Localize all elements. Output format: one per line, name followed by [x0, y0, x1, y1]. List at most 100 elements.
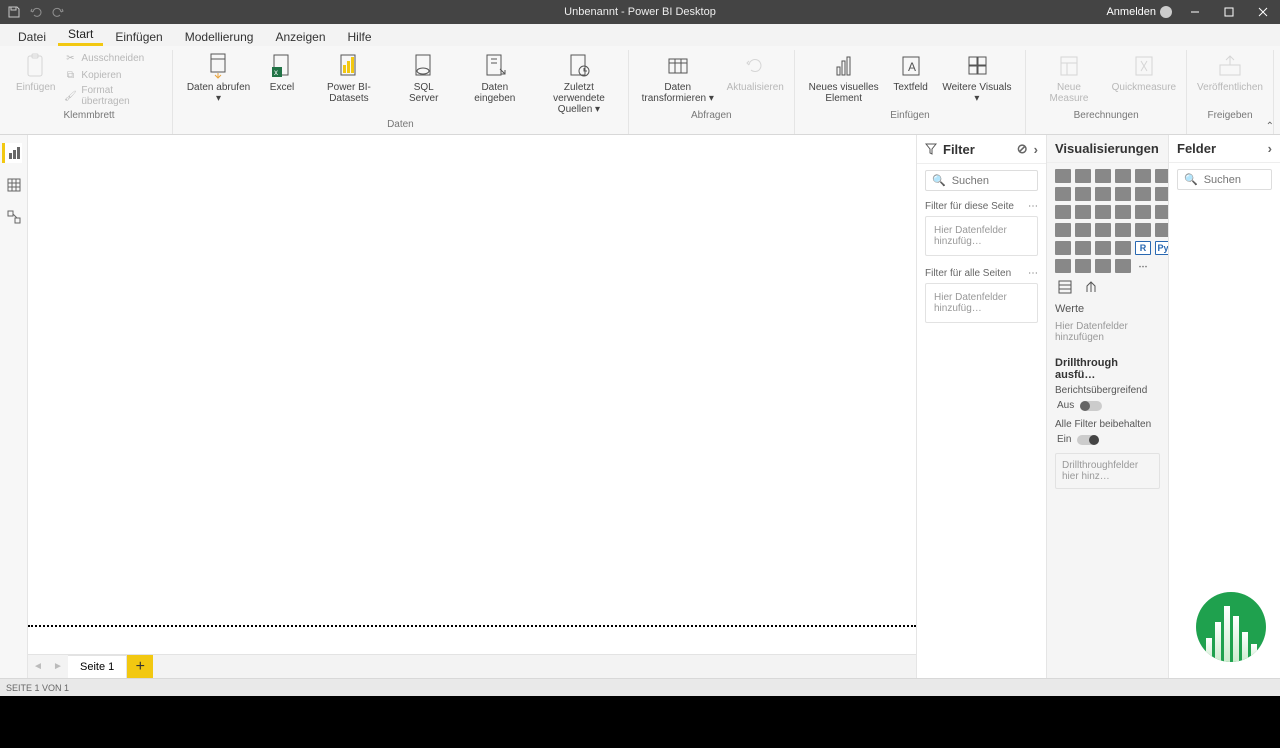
copy-icon: ⧉: [63, 68, 77, 82]
filters-page-label: Filter für diese Seite: [925, 201, 1014, 212]
tab-modeling[interactable]: Modellierung: [175, 27, 264, 46]
format-well-icon[interactable]: [1083, 279, 1099, 295]
page-tab-1[interactable]: Seite 1: [68, 655, 127, 678]
svg-text:x: x: [274, 68, 278, 77]
viz-gauge[interactable]: [1115, 223, 1131, 237]
viz-waterfall[interactable]: [1055, 205, 1071, 219]
minimize-button[interactable]: [1178, 0, 1212, 24]
tab-insert[interactable]: Einfügen: [105, 27, 172, 46]
recent-sources-button[interactable]: Zuletzt verwendete Quellen ▾: [536, 50, 622, 117]
status-bar: SEITE 1 VON 1: [0, 678, 1280, 696]
viz-r[interactable]: R: [1135, 241, 1151, 255]
close-button[interactable]: [1246, 0, 1280, 24]
viz-card[interactable]: [1135, 223, 1151, 237]
viz-kpi[interactable]: [1055, 241, 1071, 255]
viz-pie[interactable]: [1115, 205, 1131, 219]
filters-search[interactable]: 🔍: [925, 170, 1038, 191]
viz-clustered-column[interactable]: [1115, 169, 1131, 183]
fields-search-input[interactable]: [1204, 174, 1280, 186]
fields-collapse-icon[interactable]: ›: [1268, 141, 1272, 156]
get-data-button[interactable]: Daten abrufen ▾: [179, 50, 258, 106]
tab-help[interactable]: Hilfe: [338, 27, 382, 46]
tab-file[interactable]: Datei: [8, 27, 56, 46]
viz-arcgis line[interactable]: [1115, 259, 1131, 273]
report-canvas[interactable]: ↖: [28, 135, 916, 654]
viz-stacked-bar[interactable]: [1055, 169, 1071, 183]
viz-clustered-bar[interactable]: [1095, 169, 1111, 183]
filters-all-label: Filter für alle Seiten: [925, 268, 1011, 279]
window-title: Unbenannt - Power BI Desktop: [564, 6, 716, 18]
group-clipboard-label: Klemmbrett: [63, 108, 114, 125]
more-visuals-button[interactable]: Weitere Visuals ▾: [935, 50, 1020, 106]
filters-all-menu-icon[interactable]: ⋯: [1028, 268, 1038, 279]
viz-line[interactable]: [1055, 187, 1071, 201]
drillthrough-dropzone[interactable]: Drillthroughfelder hier hinz…: [1055, 453, 1160, 489]
transform-data-button[interactable]: Daten transformieren ▾: [635, 50, 721, 106]
view-switcher: [0, 135, 28, 678]
viz-table[interactable]: [1095, 241, 1111, 255]
canvas-boundary: [28, 625, 916, 627]
maximize-button[interactable]: [1212, 0, 1246, 24]
pbi-datasets-button[interactable]: Power BI-Datasets: [306, 50, 392, 106]
undo-icon[interactable]: [30, 6, 42, 18]
textbox-button[interactable]: ATextfeld: [889, 50, 933, 95]
fields-well-icon[interactable]: [1057, 279, 1073, 295]
copy-button: ⧉Kopieren: [61, 67, 166, 83]
refresh-button: Aktualisieren: [723, 50, 788, 95]
svg-text:A: A: [908, 60, 916, 74]
viz-matrix[interactable]: [1115, 241, 1131, 255]
group-calc-label: Berechnungen: [1074, 108, 1139, 125]
save-icon[interactable]: [8, 6, 20, 18]
page-prev-button[interactable]: ◄: [28, 655, 48, 678]
enter-data-button[interactable]: Daten eingeben: [456, 50, 534, 106]
viz-more[interactable]: ⋯: [1135, 259, 1151, 273]
tab-start[interactable]: Start: [58, 24, 103, 46]
viz-scatter[interactable]: [1095, 205, 1111, 219]
keep-filters-toggle[interactable]: [1077, 435, 1099, 445]
values-dropzone[interactable]: Hier Datenfelder hinzufügen: [1055, 317, 1160, 347]
filters-toggle-icon[interactable]: ⊘: [1017, 141, 1028, 157]
new-visual-button[interactable]: Neues visuelles Element: [801, 50, 887, 106]
viz-key-influencers[interactable]: [1055, 259, 1071, 273]
filters-page-dropzone[interactable]: Hier Datenfelder hinzufüg…: [925, 216, 1038, 256]
cut-icon: ✂: [63, 51, 77, 65]
viz-donut[interactable]: [1135, 205, 1151, 219]
viz-funnel[interactable]: [1075, 205, 1091, 219]
viz-area[interactable]: [1075, 187, 1091, 201]
viz-line-stacked[interactable]: [1115, 187, 1131, 201]
redo-icon[interactable]: [52, 6, 64, 18]
report-view-button[interactable]: [2, 143, 22, 163]
viz-filled-map[interactable]: [1075, 223, 1091, 237]
model-view-button[interactable]: [4, 207, 24, 227]
drillthrough-header: Drillthrough ausfü…: [1047, 351, 1168, 383]
new-measure-button: Neue Measure: [1032, 50, 1105, 106]
sign-in-button[interactable]: Anmelden: [1100, 6, 1178, 18]
sql-server-button[interactable]: SQL Server: [394, 50, 454, 106]
data-view-button[interactable]: [4, 175, 24, 195]
cross-report-toggle[interactable]: [1080, 401, 1102, 411]
viz-slicer[interactable]: [1075, 241, 1091, 255]
filters-page-menu-icon[interactable]: ⋯: [1028, 201, 1038, 212]
viz-shape-map[interactable]: [1095, 223, 1111, 237]
viz-line-clustered[interactable]: [1135, 187, 1151, 201]
viz-100-bar[interactable]: [1135, 169, 1151, 183]
viz-qa[interactable]: [1095, 259, 1111, 273]
group-insert-label: Einfügen: [890, 108, 929, 125]
quick-measure-button: Quickmeasure: [1108, 50, 1180, 95]
collapse-ribbon-icon[interactable]: ⌃: [1266, 121, 1274, 132]
filters-collapse-icon[interactable]: ›: [1034, 142, 1038, 157]
fields-search[interactable]: 🔍: [1177, 169, 1272, 190]
viz-stacked-column[interactable]: [1075, 169, 1091, 183]
viz-map[interactable]: [1055, 223, 1071, 237]
fields-title: Felder: [1177, 141, 1216, 156]
excel-button[interactable]: xExcel: [260, 50, 304, 95]
viz-stacked-area[interactable]: [1095, 187, 1111, 201]
filters-all-dropzone[interactable]: Hier Datenfelder hinzufüg…: [925, 283, 1038, 323]
status-text: SEITE 1 VON 1: [6, 683, 69, 693]
viz-decomposition[interactable]: [1075, 259, 1091, 273]
tab-view[interactable]: Anzeigen: [265, 27, 335, 46]
page-next-button[interactable]: ►: [48, 655, 68, 678]
add-page-button[interactable]: +: [127, 655, 153, 678]
brush-icon: 🖌: [63, 89, 77, 103]
avatar-icon: [1160, 6, 1172, 18]
